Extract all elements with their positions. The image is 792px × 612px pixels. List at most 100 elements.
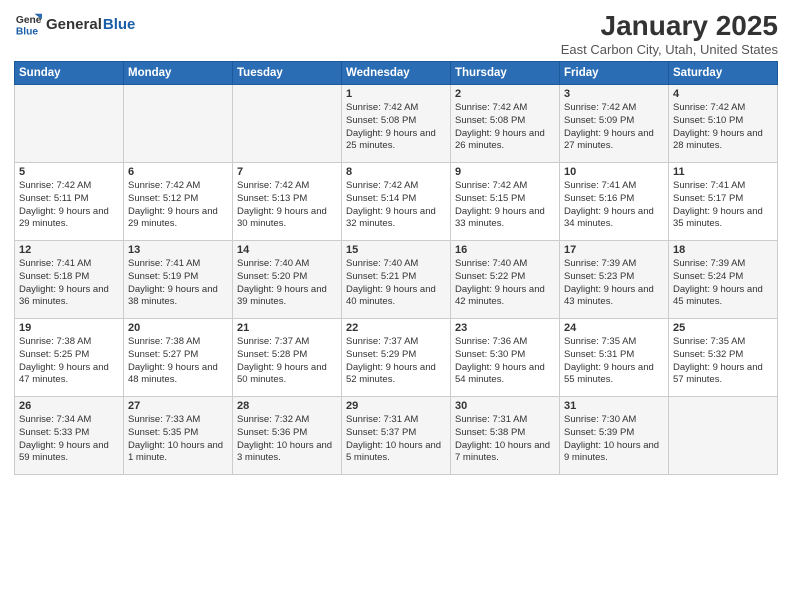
calendar-cell: 1Sunrise: 7:42 AM Sunset: 5:08 PM Daylig… bbox=[342, 85, 451, 163]
cell-content: Sunrise: 7:31 AM Sunset: 5:38 PM Dayligh… bbox=[455, 414, 555, 465]
calendar-cell: 8 Sunrise: 7:42 AM Sunset: 5:14 PM Daylig… bbox=[342, 163, 451, 241]
cell-content: Sunrise: 7:40 AM Sunset: 5:20 PM Dayligh… bbox=[237, 258, 337, 309]
calendar-cell: 26 Sunrise: 7:34 AM Sunset: 5:33 PM Dayli… bbox=[15, 397, 124, 475]
calendar-cell bbox=[124, 85, 233, 163]
cell-content: Sunrise: 7:42 AM Sunset: 5:12 PM Dayligh… bbox=[128, 180, 228, 231]
day-number: 16 bbox=[455, 244, 555, 256]
calendar-cell: 9 Sunrise: 7:42 AM Sunset: 5:15 PM Daylig… bbox=[451, 163, 560, 241]
calendar-cell: 18Sunrise: 7:39 AM Sunset: 5:24 PM Dayli… bbox=[669, 241, 778, 319]
calendar-cell: 3 Sunrise: 7:42 AM Sunset: 5:09 PM Daylig… bbox=[560, 85, 669, 163]
day-number: 7 bbox=[237, 166, 337, 178]
cell-content: Sunrise: 7:31 AM Sunset: 5:37 PM Dayligh… bbox=[346, 414, 446, 465]
day-number: 25 bbox=[673, 322, 773, 334]
logo-blue: Blue bbox=[103, 16, 136, 33]
calendar-cell: 27 Sunrise: 7:33 AM Sunset: 5:35 PM Dayli… bbox=[124, 397, 233, 475]
weekday-header-row: SundayMondayTuesdayWednesdayThursdayFrid… bbox=[15, 62, 778, 85]
calendar-cell: 12Sunrise: 7:41 AM Sunset: 5:18 PM Dayli… bbox=[15, 241, 124, 319]
day-number: 12 bbox=[19, 244, 119, 256]
logo: General Blue General Blue bbox=[14, 10, 135, 38]
day-number: 22 bbox=[346, 322, 446, 334]
calendar-cell: 2 Sunrise: 7:42 AM Sunset: 5:08 PM Daylig… bbox=[451, 85, 560, 163]
cell-content: Sunrise: 7:40 AM Sunset: 5:22 PM Dayligh… bbox=[455, 258, 555, 309]
calendar-week-row: 19 Sunrise: 7:38 AM Sunset: 5:25 PM Dayli… bbox=[15, 319, 778, 397]
day-number: 5 bbox=[19, 166, 119, 178]
weekday-header-monday: Monday bbox=[124, 62, 233, 85]
day-number: 8 bbox=[346, 166, 446, 178]
day-number: 2 bbox=[455, 88, 555, 100]
calendar-cell: 23Sunrise: 7:36 AM Sunset: 5:30 PM Dayli… bbox=[451, 319, 560, 397]
calendar-cell: 4 Sunrise: 7:42 AM Sunset: 5:10 PM Daylig… bbox=[669, 85, 778, 163]
day-number: 11 bbox=[673, 166, 773, 178]
calendar-cell bbox=[669, 397, 778, 475]
calendar-cell: 14 Sunrise: 7:40 AM Sunset: 5:20 PM Dayli… bbox=[233, 241, 342, 319]
cell-content: Sunrise: 7:42 AM Sunset: 5:08 PM Dayligh… bbox=[455, 102, 555, 153]
cell-content: Sunrise: 7:41 AM Sunset: 5:19 PM Dayligh… bbox=[128, 258, 228, 309]
weekday-header-sunday: Sunday bbox=[15, 62, 124, 85]
cell-content: Sunrise: 7:33 AM Sunset: 5:35 PM Dayligh… bbox=[128, 414, 228, 465]
cell-content: Sunrise: 7:38 AM Sunset: 5:25 PM Dayligh… bbox=[19, 336, 119, 387]
calendar-cell: 22 Sunrise: 7:37 AM Sunset: 5:29 PM Dayli… bbox=[342, 319, 451, 397]
weekday-header-wednesday: Wednesday bbox=[342, 62, 451, 85]
day-number: 30 bbox=[455, 400, 555, 412]
cell-content: Sunrise: 7:42 AM Sunset: 5:09 PM Dayligh… bbox=[564, 102, 664, 153]
calendar-cell bbox=[233, 85, 342, 163]
calendar-week-row: 1Sunrise: 7:42 AM Sunset: 5:08 PM Daylig… bbox=[15, 85, 778, 163]
cell-content: Sunrise: 7:42 AM Sunset: 5:13 PM Dayligh… bbox=[237, 180, 337, 231]
cell-content: Sunrise: 7:40 AM Sunset: 5:21 PM Dayligh… bbox=[346, 258, 446, 309]
day-number: 28 bbox=[237, 400, 337, 412]
cell-content: Sunrise: 7:30 AM Sunset: 5:39 PM Dayligh… bbox=[564, 414, 664, 465]
calendar-cell: 10Sunrise: 7:41 AM Sunset: 5:16 PM Dayli… bbox=[560, 163, 669, 241]
cell-content: Sunrise: 7:42 AM Sunset: 5:10 PM Dayligh… bbox=[673, 102, 773, 153]
calendar-cell: 6 Sunrise: 7:42 AM Sunset: 5:12 PM Daylig… bbox=[124, 163, 233, 241]
calendar-cell: 16 Sunrise: 7:40 AM Sunset: 5:22 PM Dayli… bbox=[451, 241, 560, 319]
day-number: 9 bbox=[455, 166, 555, 178]
title-block: January 2025 East Carbon City, Utah, Uni… bbox=[561, 10, 778, 57]
calendar-cell: 29 Sunrise: 7:31 AM Sunset: 5:37 PM Dayli… bbox=[342, 397, 451, 475]
cell-content: Sunrise: 7:37 AM Sunset: 5:28 PM Dayligh… bbox=[237, 336, 337, 387]
calendar-week-row: 26 Sunrise: 7:34 AM Sunset: 5:33 PM Dayli… bbox=[15, 397, 778, 475]
calendar-cell: 20 Sunrise: 7:38 AM Sunset: 5:27 PM Dayli… bbox=[124, 319, 233, 397]
cell-content: Sunrise: 7:42 AM Sunset: 5:15 PM Dayligh… bbox=[455, 180, 555, 231]
calendar-cell: 19 Sunrise: 7:38 AM Sunset: 5:25 PM Dayli… bbox=[15, 319, 124, 397]
cell-content: Sunrise: 7:41 AM Sunset: 5:17 PM Dayligh… bbox=[673, 180, 773, 231]
day-number: 20 bbox=[128, 322, 228, 334]
day-number: 4 bbox=[673, 88, 773, 100]
logo-icon: General Blue bbox=[14, 10, 42, 38]
day-number: 18 bbox=[673, 244, 773, 256]
day-number: 17 bbox=[564, 244, 664, 256]
day-number: 29 bbox=[346, 400, 446, 412]
cell-content: Sunrise: 7:32 AM Sunset: 5:36 PM Dayligh… bbox=[237, 414, 337, 465]
calendar-table: SundayMondayTuesdayWednesdayThursdayFrid… bbox=[14, 61, 778, 475]
weekday-header-tuesday: Tuesday bbox=[233, 62, 342, 85]
day-number: 3 bbox=[564, 88, 664, 100]
day-number: 14 bbox=[237, 244, 337, 256]
day-number: 26 bbox=[19, 400, 119, 412]
cell-content: Sunrise: 7:42 AM Sunset: 5:14 PM Dayligh… bbox=[346, 180, 446, 231]
day-number: 21 bbox=[237, 322, 337, 334]
day-number: 10 bbox=[564, 166, 664, 178]
calendar-cell: 15Sunrise: 7:40 AM Sunset: 5:21 PM Dayli… bbox=[342, 241, 451, 319]
svg-text:Blue: Blue bbox=[16, 26, 39, 37]
day-number: 27 bbox=[128, 400, 228, 412]
logo-general: General bbox=[46, 16, 102, 33]
day-number: 23 bbox=[455, 322, 555, 334]
cell-content: Sunrise: 7:38 AM Sunset: 5:27 PM Dayligh… bbox=[128, 336, 228, 387]
calendar-cell: 7 Sunrise: 7:42 AM Sunset: 5:13 PM Daylig… bbox=[233, 163, 342, 241]
cell-content: Sunrise: 7:37 AM Sunset: 5:29 PM Dayligh… bbox=[346, 336, 446, 387]
weekday-header-friday: Friday bbox=[560, 62, 669, 85]
cell-content: Sunrise: 7:42 AM Sunset: 5:08 PM Dayligh… bbox=[346, 102, 446, 153]
day-number: 19 bbox=[19, 322, 119, 334]
calendar-week-row: 5Sunrise: 7:42 AM Sunset: 5:11 PM Daylig… bbox=[15, 163, 778, 241]
calendar-cell: 28 Sunrise: 7:32 AM Sunset: 5:36 PM Dayli… bbox=[233, 397, 342, 475]
calendar-cell: 24Sunrise: 7:35 AM Sunset: 5:31 PM Dayli… bbox=[560, 319, 669, 397]
cell-content: Sunrise: 7:35 AM Sunset: 5:31 PM Dayligh… bbox=[564, 336, 664, 387]
calendar-cell: 5Sunrise: 7:42 AM Sunset: 5:11 PM Daylig… bbox=[15, 163, 124, 241]
day-number: 6 bbox=[128, 166, 228, 178]
calendar-cell: 21 Sunrise: 7:37 AM Sunset: 5:28 PM Dayli… bbox=[233, 319, 342, 397]
cell-content: Sunrise: 7:34 AM Sunset: 5:33 PM Dayligh… bbox=[19, 414, 119, 465]
calendar-week-row: 12Sunrise: 7:41 AM Sunset: 5:18 PM Dayli… bbox=[15, 241, 778, 319]
day-number: 31 bbox=[564, 400, 664, 412]
header: General Blue General Blue January 2025 E… bbox=[14, 10, 778, 57]
day-number: 13 bbox=[128, 244, 228, 256]
calendar-cell: 11 Sunrise: 7:41 AM Sunset: 5:17 PM Dayli… bbox=[669, 163, 778, 241]
